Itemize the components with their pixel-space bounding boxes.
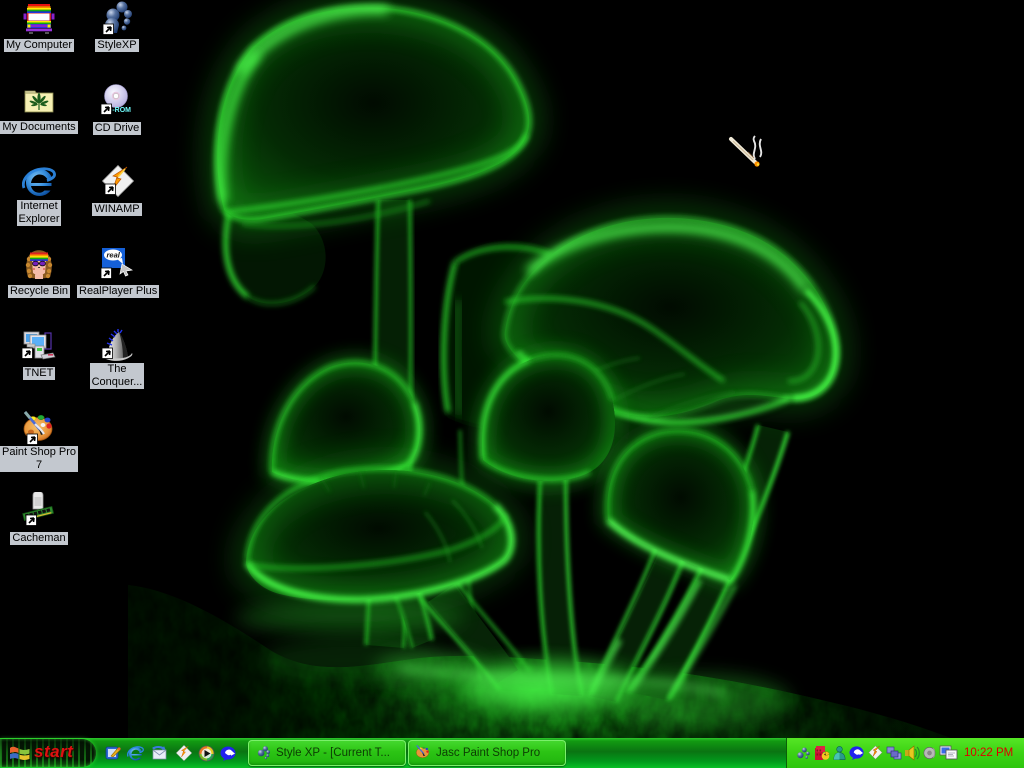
svg-text:)-ROM: )-ROM	[110, 107, 131, 114]
svg-text:real: real	[107, 251, 121, 260]
